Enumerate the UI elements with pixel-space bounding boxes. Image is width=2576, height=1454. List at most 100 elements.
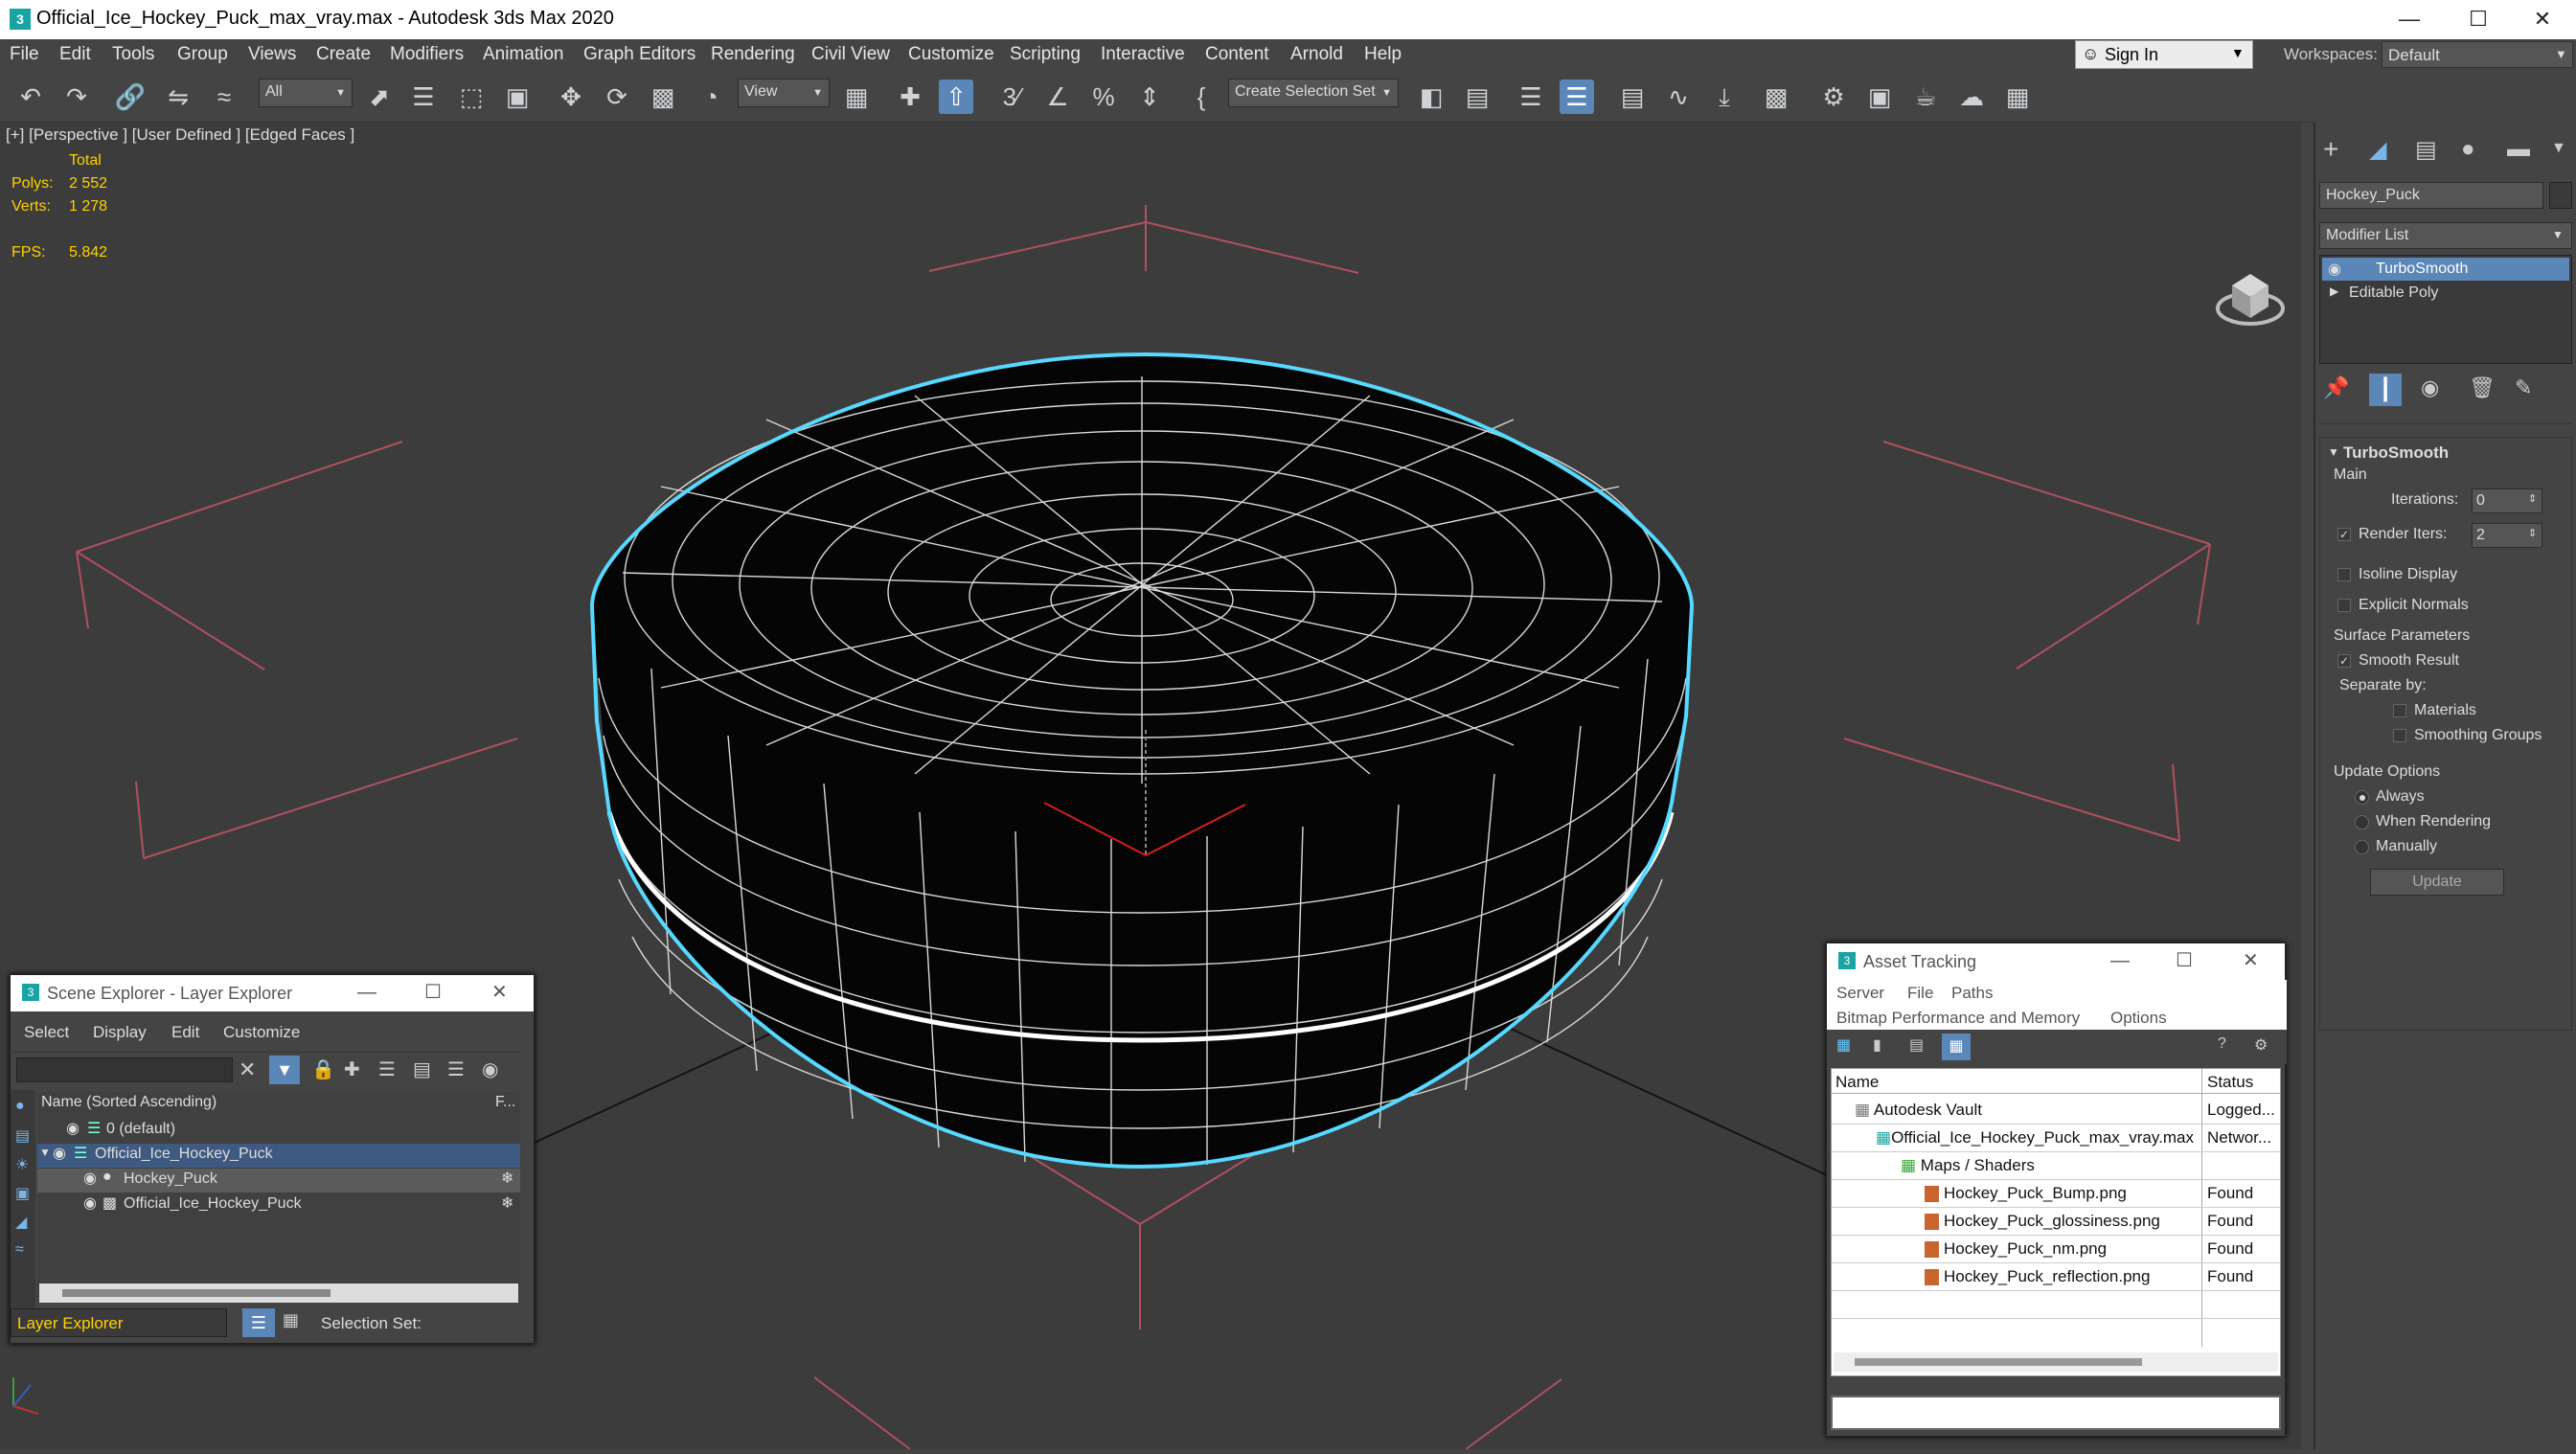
- motion-tab-icon[interactable]: ●: [2461, 136, 2475, 163]
- select-manipulate-icon[interactable]: ✚: [893, 80, 927, 114]
- render-iters-checkbox[interactable]: ✓: [2337, 528, 2351, 541]
- asset-row-maps[interactable]: ▦ Maps / Shaders: [1832, 1152, 2280, 1180]
- at-menu-paths[interactable]: Paths: [1951, 984, 1993, 1008]
- scrollbar-thumb[interactable]: [62, 1289, 331, 1297]
- remove-modifier-icon[interactable]: 🗑: [2469, 375, 2496, 400]
- scrollbar-thumb[interactable]: [1855, 1358, 2142, 1366]
- eye-icon[interactable]: ◉: [2328, 260, 2341, 279]
- display-tab-icon[interactable]: ▬: [2507, 136, 2530, 163]
- render-setup-icon[interactable]: ⚙: [1816, 80, 1851, 114]
- select-object-icon[interactable]: ⬈: [362, 80, 397, 114]
- at-horizontal-scrollbar[interactable]: [1834, 1352, 2278, 1372]
- close-icon[interactable]: ✕: [2243, 948, 2259, 972]
- freeze-icon[interactable]: ❄: [501, 1193, 513, 1213]
- se-search-input[interactable]: [16, 1057, 233, 1082]
- clear-search-icon[interactable]: ✕: [239, 1057, 256, 1082]
- update-button[interactable]: Update: [2370, 869, 2504, 896]
- stack-item-turbosmooth[interactable]: ◉ TurboSmooth: [2322, 258, 2569, 281]
- menu-group[interactable]: Group: [177, 44, 228, 65]
- menu-create[interactable]: Create: [316, 44, 371, 65]
- rollout-title[interactable]: TurboSmooth: [2343, 443, 2449, 463]
- menu-content[interactable]: Content: [1205, 44, 1269, 65]
- object-color-swatch[interactable]: [2549, 182, 2572, 209]
- window-crossing-icon[interactable]: ▣: [500, 80, 535, 114]
- col-status-header[interactable]: Status: [2207, 1073, 2253, 1092]
- freeze-icon[interactable]: ❄: [501, 1169, 513, 1188]
- list-view-icon[interactable]: ▮: [1873, 1035, 1881, 1055]
- menu-modifiers[interactable]: Modifiers: [390, 44, 464, 65]
- menu-arnold[interactable]: Arnold: [1290, 44, 1343, 65]
- toggle-layer-explorer-icon[interactable]: ☰: [1560, 80, 1594, 114]
- rotate-icon[interactable]: ⟳: [600, 80, 634, 114]
- undo-icon[interactable]: ↶: [13, 80, 48, 114]
- iterations-spinner[interactable]: 0 ⇕: [2472, 488, 2542, 513]
- highlight-icon[interactable]: ◉: [482, 1057, 498, 1081]
- se-column-name[interactable]: Name (Sorted Ascending): [41, 1094, 217, 1118]
- toggle-scene-explorer-icon[interactable]: ☰: [1514, 80, 1548, 114]
- isoline-display-checkbox[interactable]: [2337, 568, 2351, 581]
- materials-checkbox[interactable]: [2393, 704, 2406, 717]
- smooth-result-checkbox[interactable]: ✓: [2337, 654, 2351, 668]
- workspace-dropdown[interactable]: Default ▼: [2382, 41, 2573, 68]
- hierarchy-toggle-icon[interactable]: ▦: [283, 1310, 299, 1330]
- snaps-toggle-icon[interactable]: 3⁄: [994, 80, 1029, 114]
- close-icon[interactable]: ✕: [491, 980, 508, 1004]
- display-helpers-icon[interactable]: ◢: [15, 1213, 27, 1232]
- rect-selection-icon[interactable]: ⬚: [454, 80, 489, 114]
- modifier-list-dropdown[interactable]: Modifier List ▼: [2319, 222, 2572, 249]
- new-layer-icon[interactable]: ✚: [344, 1057, 360, 1081]
- explorer-mode-dropdown[interactable]: Layer Explorer: [11, 1308, 227, 1337]
- stack-item-editable-poly[interactable]: ▶ Editable Poly: [2322, 282, 2569, 305]
- align-icon[interactable]: ▤: [1460, 80, 1494, 114]
- utilities-tab-icon[interactable]: ▼: [2551, 140, 2566, 157]
- tree-row-official-object[interactable]: ◉ ▩ Official_Ice_Hockey_Puck ❄: [37, 1193, 520, 1217]
- stack-layers-icon[interactable]: ☰: [447, 1057, 465, 1081]
- keyboard-shortcut-override-icon[interactable]: ⇧: [939, 80, 973, 114]
- spinner-arrows-icon[interactable]: ⇕: [2528, 492, 2537, 505]
- se-column-frozen[interactable]: F...: [495, 1094, 515, 1118]
- tree-row-hockey-puck[interactable]: ◉ ● Hockey_Puck ❄: [37, 1169, 520, 1193]
- show-end-result-icon[interactable]: ┃: [2369, 374, 2402, 406]
- bind-space-warp-icon[interactable]: ≈: [207, 80, 241, 114]
- viewcube-icon[interactable]: [2216, 274, 2285, 326]
- table-view-icon[interactable]: ▦: [1942, 1034, 1971, 1060]
- schematic-view-icon[interactable]: ⤓: [1707, 80, 1742, 114]
- layers-icon[interactable]: ☰: [378, 1057, 396, 1081]
- tree-row-default-layer[interactable]: ◉ ☰ 0 (default): [37, 1119, 520, 1143]
- configure-modifier-sets-icon[interactable]: ✎: [2515, 375, 2532, 400]
- eye-icon[interactable]: ◉: [66, 1119, 80, 1138]
- eye-icon[interactable]: ◉: [83, 1169, 97, 1188]
- refresh-icon[interactable]: ▦: [1836, 1035, 1851, 1055]
- menu-help[interactable]: Help: [1364, 44, 1402, 65]
- settings-icon[interactable]: ⚙: [2254, 1035, 2268, 1055]
- display-geometry-icon[interactable]: ●: [15, 1098, 25, 1115]
- hockey-puck-mesh[interactable]: [589, 352, 1695, 1170]
- se-horizontal-scrollbar[interactable]: [39, 1284, 518, 1303]
- scale-icon[interactable]: ▩: [646, 80, 680, 114]
- pin-stack-icon[interactable]: 📌: [2323, 375, 2349, 400]
- collapse-arrow-icon[interactable]: ▼: [2328, 445, 2339, 459]
- maximize-icon[interactable]: ☐: [2445, 0, 2512, 39]
- minimize-icon[interactable]: —: [2376, 0, 2443, 39]
- percent-snap-icon[interactable]: %: [1086, 80, 1121, 114]
- hierarchy-tab-icon[interactable]: ▤: [2415, 136, 2437, 164]
- asset-row-vault[interactable]: ▦ Autodesk Vault Logged...: [1832, 1097, 2280, 1125]
- smoothing-groups-checkbox[interactable]: [2393, 729, 2406, 742]
- lock-icon[interactable]: 🔒: [311, 1057, 335, 1081]
- close-icon[interactable]: ✕: [2509, 0, 2576, 39]
- eye-icon[interactable]: ◉: [83, 1193, 97, 1213]
- menu-edit[interactable]: Edit: [59, 44, 91, 65]
- menu-scripting[interactable]: Scripting: [1010, 44, 1081, 65]
- minimize-icon[interactable]: —: [2110, 950, 2130, 972]
- se-menu-edit[interactable]: Edit: [171, 1023, 199, 1047]
- pivot-center-icon[interactable]: ▦: [839, 80, 874, 114]
- asset-row-bump[interactable]: Hockey_Puck_Bump.png Found: [1832, 1180, 2280, 1208]
- spinner-snap-icon[interactable]: ⇕: [1132, 80, 1167, 114]
- unlink-icon[interactable]: ⇋: [161, 80, 195, 114]
- asset-path-input[interactable]: [1831, 1396, 2281, 1430]
- maximize-icon[interactable]: ☐: [424, 980, 442, 1004]
- object-name-field[interactable]: Hockey_Puck: [2319, 182, 2543, 209]
- ribbon-icon[interactable]: ▤: [1615, 80, 1650, 114]
- menu-customize[interactable]: Customize: [908, 44, 994, 65]
- redo-icon[interactable]: ↷: [59, 80, 94, 114]
